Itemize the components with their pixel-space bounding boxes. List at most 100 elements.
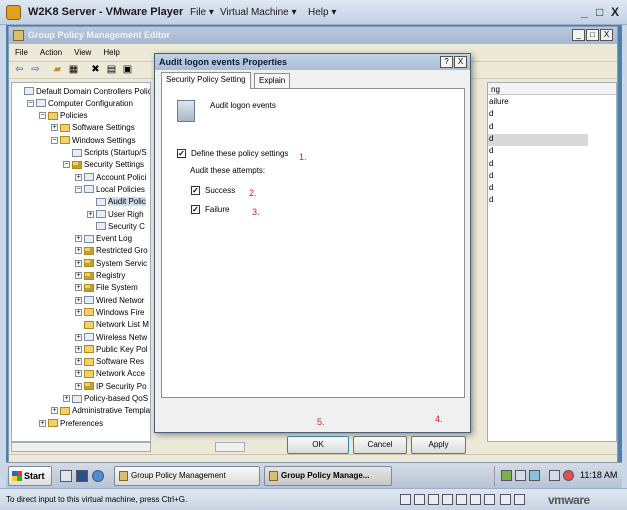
tree-item[interactable]: − Security Settings (63, 159, 144, 171)
task-group-policy-management[interactable]: Group Policy Management (114, 466, 260, 486)
details-cell[interactable]: d (488, 122, 588, 134)
expand-icon[interactable]: + (51, 407, 58, 415)
expand-icon[interactable]: + (75, 370, 82, 378)
vmware-menu-virtual-machine[interactable]: Virtual Machine ▾ (220, 7, 297, 18)
success-label[interactable]: Success (205, 186, 235, 195)
tab-explain[interactable]: Explain (254, 73, 291, 88)
internet-explorer-icon[interactable] (92, 470, 104, 482)
properties-icon[interactable]: ▤ (105, 64, 118, 76)
tree-item[interactable]: + Restricted Gro (75, 245, 148, 257)
device-message-icon[interactable] (514, 494, 525, 505)
failure-label[interactable]: Failure (205, 205, 229, 214)
device-cdrom-icon[interactable] (414, 494, 425, 505)
expand-icon[interactable]: + (51, 124, 58, 132)
tree-item[interactable]: − Windows Settings (51, 134, 136, 146)
details-cell[interactable]: d (488, 195, 588, 207)
expand-icon[interactable]: + (75, 382, 82, 390)
expand-icon[interactable]: + (75, 345, 82, 353)
dialog-help-button[interactable]: ? (440, 56, 453, 68)
tree-item[interactable]: Audit Polic (87, 196, 146, 208)
clock[interactable]: 11:18 AM (580, 470, 617, 480)
tray-alert-icon[interactable] (563, 470, 574, 481)
tree-item[interactable]: Default Domain Controllers Policy (15, 85, 150, 97)
tree-item[interactable]: + Event Log (75, 233, 132, 245)
details-cell[interactable]: d (488, 146, 588, 158)
tray-monitor-icon[interactable] (515, 470, 526, 481)
tree-item[interactable]: + Preferences (39, 417, 103, 429)
tree-item[interactable]: + IP Security Po (75, 380, 147, 392)
vmware-menu-file[interactable]: File ▾ (190, 7, 214, 18)
dialog-close-button[interactable]: X (454, 56, 467, 68)
device-usb-icon[interactable] (456, 494, 467, 505)
tree-item[interactable]: + Policy-based QoS (63, 393, 148, 405)
console-tree[interactable]: Default Domain Controllers Policy − Comput… (11, 82, 151, 442)
tree-item[interactable]: Network List M (75, 319, 149, 331)
tree-item[interactable]: + Wireless Netw (75, 331, 147, 343)
tree-item[interactable]: Scripts (Startup/S (63, 147, 147, 159)
vmware-menu-help[interactable]: Help ▾ (308, 7, 336, 18)
vmware-minimize-button[interactable]: _ (581, 5, 588, 19)
forward-icon[interactable]: ⇨ (29, 64, 42, 76)
up-folder-icon[interactable]: ▰ (51, 64, 64, 76)
tree-item[interactable]: + Software Res (75, 356, 144, 368)
device-floppy-icon[interactable] (428, 494, 439, 505)
details-cell[interactable]: d (488, 133, 588, 146)
collapse-icon[interactable]: − (75, 185, 82, 193)
gpmc-close-button[interactable]: X (600, 29, 613, 41)
tray-action-center-icon[interactable] (549, 470, 560, 481)
collapse-icon[interactable]: − (39, 112, 46, 120)
expand-icon[interactable]: + (87, 210, 94, 218)
show-hide-tree-icon[interactable]: ▦ (67, 64, 80, 76)
details-cell[interactable]: d (488, 109, 588, 121)
tab-security-policy-setting[interactable]: Security Policy Setting (161, 72, 251, 89)
details-pane[interactable]: ng ailure d d d d d d d d (487, 82, 617, 442)
expand-icon[interactable]: + (75, 358, 82, 366)
start-button[interactable]: Start (8, 466, 52, 486)
tree-item[interactable]: + Account Polici (75, 171, 146, 183)
expand-icon[interactable]: + (75, 284, 82, 292)
expand-icon[interactable]: + (75, 235, 82, 243)
tray-volume-icon[interactable] (529, 470, 540, 481)
expand-icon[interactable]: + (75, 308, 82, 316)
tray-network-icon[interactable] (501, 470, 512, 481)
details-cell[interactable]: d (488, 159, 588, 171)
tree-item[interactable]: + Windows Fire (75, 306, 144, 318)
gpmc-menu-help[interactable]: Help (103, 48, 119, 57)
details-cell[interactable]: d (488, 171, 588, 183)
vmware-maximize-button[interactable]: □ (596, 5, 603, 19)
export-icon[interactable]: ▣ (121, 64, 134, 76)
tree-item[interactable]: + Software Settings (51, 122, 135, 134)
details-horizontal-scrollbar[interactable] (215, 442, 245, 452)
apply-button[interactable]: Apply (411, 436, 466, 454)
tree-item[interactable]: − Computer Configuration (27, 97, 133, 109)
back-icon[interactable]: ⇦ (13, 64, 26, 76)
tree-item[interactable]: + System Servic (75, 257, 147, 269)
task-group-policy-manage-editor[interactable]: Group Policy Manage... (264, 466, 392, 486)
tree-item[interactable]: + Network Acce (75, 368, 145, 380)
device-hdd-icon[interactable] (400, 494, 411, 505)
server-manager-icon[interactable] (60, 470, 72, 482)
tree-item[interactable]: − Policies (39, 110, 88, 122)
collapse-icon[interactable]: − (51, 136, 58, 144)
gpmc-menu-action[interactable]: Action (40, 48, 62, 57)
tree-horizontal-scrollbar[interactable] (11, 442, 151, 452)
gpmc-menu-view[interactable]: View (74, 48, 91, 57)
collapse-icon[interactable]: − (27, 99, 34, 107)
details-cell[interactable]: d (488, 183, 588, 195)
tree-item[interactable]: + Administrative Templa (51, 405, 150, 417)
details-column-header[interactable]: ng (488, 83, 616, 95)
expand-icon[interactable]: + (75, 272, 82, 279)
vmware-close-button[interactable]: X (611, 5, 619, 19)
device-display-icon[interactable] (500, 494, 511, 505)
device-printer-icon[interactable] (484, 494, 495, 505)
collapse-icon[interactable]: − (63, 161, 70, 169)
tree-item[interactable]: + User Righ (87, 208, 144, 220)
define-settings-label[interactable]: Define these policy settings (191, 149, 288, 158)
tree-item[interactable]: + Wired Networ (75, 294, 144, 306)
tree-item[interactable]: + Public Key Pol (75, 343, 148, 355)
expand-icon[interactable]: + (75, 173, 82, 181)
gpmc-menu-file[interactable]: File (15, 48, 28, 57)
gpmc-minimize-button[interactable]: _ (572, 29, 585, 41)
expand-icon[interactable]: + (39, 419, 46, 427)
expand-icon[interactable]: + (75, 333, 82, 341)
